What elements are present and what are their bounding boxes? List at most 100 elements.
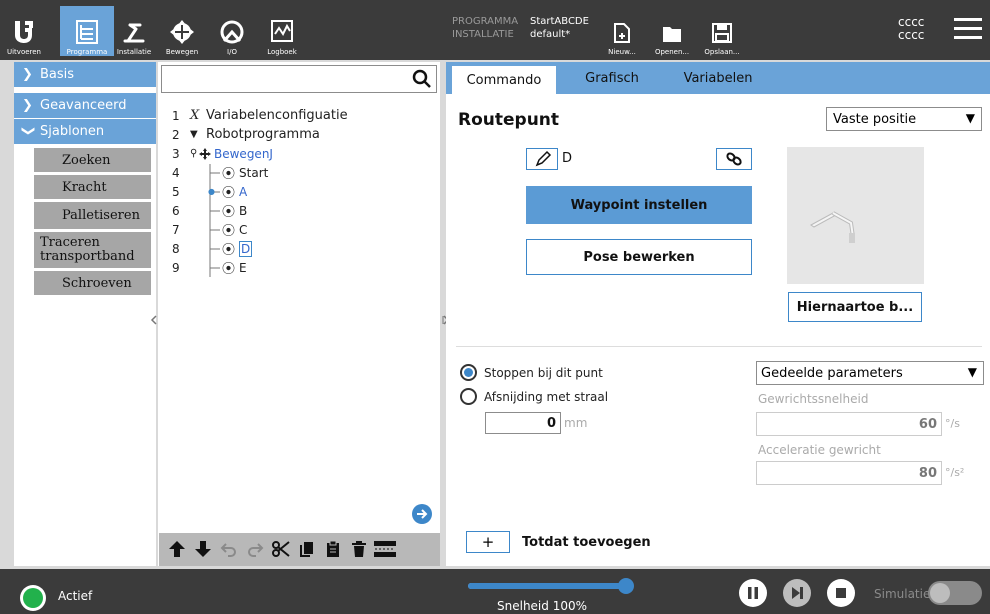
tree-row-label: B: [239, 203, 248, 218]
move-icon: [170, 20, 194, 44]
tree-row-label: BewegenJ: [214, 146, 273, 161]
move-up-icon[interactable]: [167, 539, 187, 559]
hamburger-menu-icon[interactable]: [954, 18, 982, 40]
open-file-label: Openen...: [654, 48, 690, 56]
tree-row-waypoint-a[interactable]: 5 ● ⦿ A: [172, 182, 247, 202]
power-status-button[interactable]: [20, 585, 46, 611]
speed-slider-track[interactable]: [468, 578, 634, 594]
undo-icon[interactable]: [219, 539, 239, 559]
stop-at-point-radio[interactable]: [460, 364, 477, 381]
tree-row-robot-program[interactable]: 2 ▼ Robotprogramma: [172, 125, 320, 144]
copy-icon[interactable]: [297, 539, 317, 559]
plus-icon: +: [481, 533, 495, 551]
tree-row-waypoint-e[interactable]: 9 ⦿ E: [172, 258, 247, 278]
tree-row-label: Robotprogramma: [206, 127, 320, 142]
robot-preview-image: [787, 147, 924, 284]
nav-installation[interactable]: Installatie: [114, 6, 154, 56]
nav-log[interactable]: Logboek: [260, 6, 304, 56]
redo-icon[interactable]: [245, 539, 265, 559]
nav-move[interactable]: Bewegen: [160, 6, 204, 56]
add-until-button[interactable]: +: [466, 531, 510, 553]
program-tree-icon: [76, 20, 98, 44]
template-palletizing[interactable]: Palletiseren: [34, 202, 151, 229]
line-number: 4: [172, 165, 180, 180]
edit-pose-button[interactable]: Pose bewerken: [526, 239, 752, 275]
tree-row-label: C: [239, 222, 248, 237]
step-button[interactable]: [783, 579, 811, 607]
template-force[interactable]: Kracht: [34, 175, 151, 199]
line-number: 6: [172, 203, 180, 218]
open-file-button[interactable]: Openen...: [652, 8, 692, 56]
rename-waypoint-button[interactable]: [526, 148, 558, 170]
category-basis-label: Basis: [40, 67, 75, 82]
speed-slider-knob[interactable]: [618, 578, 634, 594]
stop-button[interactable]: [827, 579, 855, 607]
nav-log-label: Logboek: [267, 48, 297, 56]
template-screwing[interactable]: Schroeven: [34, 271, 151, 295]
category-advanced[interactable]: ❯ Geavanceerd: [14, 93, 156, 118]
tree-row-variables[interactable]: 1 X Variabelenconfiguatie: [172, 106, 348, 125]
tab-variables[interactable]: Variabelen: [668, 62, 768, 94]
robot-arm-icon: [810, 211, 855, 243]
line-number: 9: [172, 260, 180, 275]
collapse-left-handle-icon[interactable]: [150, 310, 158, 325]
joint-accel-input[interactable]: 80: [756, 461, 942, 485]
parameters-select[interactable]: Gedeelde parameters ▼: [756, 361, 984, 385]
suppress-icon[interactable]: [373, 539, 397, 559]
io-icon: [220, 20, 244, 44]
nav-move-label: Bewegen: [165, 48, 199, 56]
new-file-button[interactable]: Nieuw...: [604, 8, 640, 56]
category-basis[interactable]: ❯ Basis: [14, 62, 156, 87]
blend-radius-input[interactable]: 0: [485, 412, 561, 434]
user-info: cccc cccc: [898, 16, 924, 42]
move-here-button[interactable]: Hiernaartoe b...: [788, 292, 922, 322]
x-icon: X: [190, 108, 200, 123]
line-number: 1: [172, 108, 180, 123]
nav-installation-label: Installatie: [116, 48, 152, 56]
tree-row-waypoint-start[interactable]: 4 ⦿ Start: [172, 163, 268, 183]
link-waypoint-button[interactable]: [716, 148, 752, 170]
blend-radius-radio[interactable]: [460, 388, 477, 405]
tab-graphics[interactable]: Grafisch: [566, 62, 658, 94]
dropdown-arrow-icon: ▼: [965, 111, 975, 125]
waypoint-icon: ⦿: [222, 262, 236, 277]
goto-arrow-icon[interactable]: [412, 504, 432, 524]
nav-io-label: I/O: [227, 48, 237, 56]
delete-icon[interactable]: [349, 539, 369, 559]
tree-row-waypoint-d[interactable]: 8 ⦿ D: [172, 239, 253, 258]
tree-row-label-selected: D: [239, 240, 253, 257]
dropdown-arrow-icon: ▼: [967, 365, 977, 379]
tab-graphics-label: Grafisch: [585, 70, 639, 86]
simulation-toggle[interactable]: [928, 581, 982, 605]
blend-radius-value: 0: [546, 415, 556, 431]
position-type-select[interactable]: Vaste positie ▼: [826, 107, 982, 131]
line-number: 5: [172, 184, 180, 199]
joint-speed-input[interactable]: 60: [756, 412, 942, 436]
nav-run[interactable]: Uitvoeren: [2, 6, 46, 56]
chevron-down-icon: ❯: [20, 125, 36, 137]
triangle-down-icon: ▼: [190, 129, 198, 140]
cut-icon[interactable]: [271, 539, 291, 559]
tree-row-waypoint-c[interactable]: 7 ⦿ C: [172, 220, 248, 240]
category-templates-label: Sjablonen: [40, 124, 105, 139]
template-search[interactable]: Zoeken: [34, 148, 151, 172]
template-screwing-label: Schroeven: [62, 275, 132, 291]
joint-accel-value: 80: [918, 465, 937, 481]
move-down-icon[interactable]: [193, 539, 213, 559]
template-conveyor-tracking[interactable]: Traceren transportband: [34, 232, 151, 268]
tree-row-movej[interactable]: 3 ⚲ BewegenJ: [172, 144, 273, 163]
user-line-2: cccc: [898, 28, 925, 42]
tab-command[interactable]: Commando: [452, 62, 556, 94]
save-file-label: Opslaan...: [704, 48, 740, 56]
nav-program[interactable]: Programma: [60, 6, 114, 56]
nav-io[interactable]: I/O: [212, 6, 252, 56]
pause-button[interactable]: [739, 579, 767, 607]
move-icon: [199, 147, 211, 160]
tree-row-waypoint-b[interactable]: 6 ⦿ B: [172, 201, 248, 221]
save-file-button[interactable]: Opslaan...: [702, 8, 742, 56]
paste-icon[interactable]: [323, 539, 343, 559]
category-templates[interactable]: ❯ Sjablonen: [14, 119, 156, 144]
set-waypoint-button[interactable]: Waypoint instellen: [526, 186, 752, 224]
top-bar: Uitvoeren Programma Installatie Bewegen: [0, 0, 990, 60]
parameters-value: Gedeelde parameters: [761, 365, 903, 381]
